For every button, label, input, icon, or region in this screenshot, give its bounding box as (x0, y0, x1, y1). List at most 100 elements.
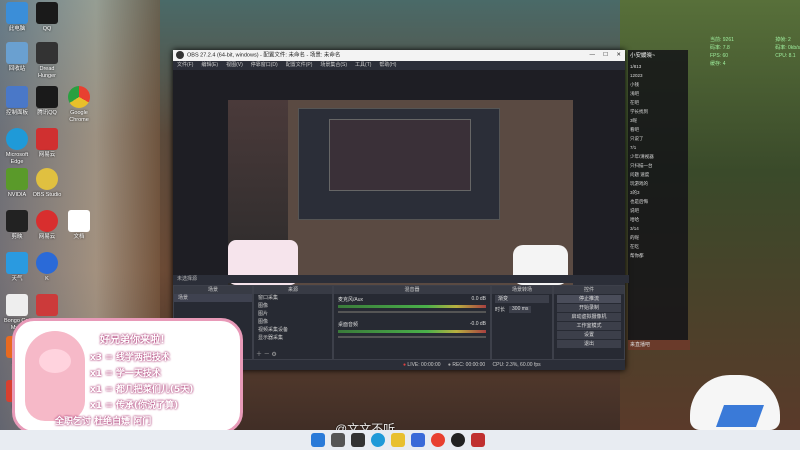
mixer-channel: 桌面音频 -0.0 dB (334, 319, 490, 340)
desktop-icon[interactable]: 天气 (0, 252, 34, 283)
menu-docks[interactable]: 停靠窗口(D) (251, 62, 278, 68)
chat-message: 3的3 (630, 190, 640, 195)
source-item[interactable]: 视频采集设备 (254, 326, 332, 334)
live-time: LIVE: 00:00:00 (407, 362, 441, 368)
keyboard-icon (715, 405, 765, 427)
desktop-icon[interactable]: QQ (30, 2, 64, 33)
menu-tools[interactable]: 工具(T) (355, 62, 371, 68)
close-icon[interactable]: ✕ (616, 50, 621, 61)
volume-meter (338, 305, 486, 308)
menu-help[interactable]: 帮助(H) (379, 62, 396, 68)
scene-item[interactable]: 场景 (174, 294, 252, 302)
stat-line: FPS: 60 (710, 53, 729, 59)
desktop-icon[interactable]: K (30, 252, 64, 283)
minimize-icon[interactable]: — (590, 50, 596, 61)
exit-button[interactable]: 退出 (557, 340, 621, 348)
chrome-icon (68, 86, 90, 108)
task-view-icon[interactable] (351, 433, 365, 447)
preview-canvas[interactable] (228, 100, 573, 290)
desktop-icon[interactable]: 控制面板 (0, 86, 34, 117)
chat-message: 只说了 (630, 136, 644, 141)
mixer-dock-title: 混音器 (334, 286, 490, 294)
stat-line: 码率: 7.8 (710, 45, 730, 51)
desktop-icon[interactable]: Google Chrome (62, 86, 96, 124)
start-virtual-camera-button[interactable]: 启动虚拟摄像机 (557, 313, 621, 321)
menu-scene-collection[interactable]: 场景集合(S) (320, 62, 347, 68)
transitions-dock-title: 场景转场 (492, 286, 552, 294)
cpu-status: CPU: 2.3%, 60.00 fps (492, 362, 541, 368)
studio-mode-button[interactable]: 工作室模式 (557, 322, 621, 330)
desktop-icon[interactable]: 回收站 (0, 42, 34, 73)
nested-obs-preview-inner (329, 119, 471, 191)
gear-icon[interactable]: ⚙ (271, 352, 276, 358)
menu-edit[interactable]: 编辑(E) (201, 62, 218, 68)
source-item[interactable]: 显示器采集 (254, 334, 332, 342)
obs-preview[interactable] (173, 70, 625, 290)
menu-view[interactable]: 视图(V) (226, 62, 243, 68)
recycle-bin-icon (6, 42, 28, 64)
stat-line: 当前: 9261 (710, 37, 734, 43)
mixer-channel: 麦克风/Aux 0.0 dB (334, 294, 490, 315)
desktop-icon[interactable]: 剪映 (0, 210, 34, 241)
start-menu-icon[interactable] (311, 433, 325, 447)
source-item[interactable]: 图片 (254, 310, 332, 318)
stat-line: 掉帧: 2 (775, 37, 791, 43)
chat-message: 12023 (630, 73, 643, 78)
settings-button[interactable]: 设置 (557, 331, 621, 339)
desktop-icon[interactable]: 腾讯QQ (30, 86, 64, 117)
controls-dock: 控件 停止推流 开始录制 启动虚拟摄像机 工作室模式 设置 退出 (553, 285, 625, 360)
desktop-icon[interactable]: OBS Studio (30, 168, 64, 199)
duration-input[interactable]: 300 ms (509, 306, 532, 313)
volume-slider[interactable] (338, 311, 486, 313)
sticker-tier: x3 = 线学两把技术 (90, 353, 170, 363)
donation-sticker: 好兄弟你来啦！ x3 = 线学两把技术 x1 = 学一天技术 x1 = 都几把菜… (12, 318, 243, 434)
menu-profile[interactable]: 配置文件(P) (286, 62, 313, 68)
start-recording-button[interactable]: 开始录制 (557, 304, 621, 312)
source-item[interactable]: 图像 (254, 302, 332, 310)
store-icon[interactable] (411, 433, 425, 447)
sticker-tier: x1 = 传承(你说了算) (90, 401, 179, 411)
desktop-icon[interactable]: NVIDIA (0, 168, 34, 199)
menu-file[interactable]: 文件(F) (177, 62, 193, 68)
chat-message: 少年/清视器 (630, 154, 654, 159)
desktop-icon[interactable]: 文档 (62, 210, 96, 241)
control-panel-icon (6, 86, 28, 108)
chat-message: 帮你都 (630, 253, 644, 258)
sources-dock: 来源 窗口采集 图像 图片 图像 视频采集设备 显示器采集 ＋ － ⚙ (253, 285, 333, 360)
file-explorer-icon[interactable] (391, 433, 405, 447)
bongo-cat-icon (6, 294, 28, 316)
live-status: ● LIVE: 00:00:00 (403, 362, 441, 368)
remove-icon[interactable]: － (264, 352, 270, 358)
desktop-icon[interactable]: 网易云 (30, 128, 64, 159)
desktop-icon-label: Dread Hunger (37, 66, 57, 79)
desktop-icon[interactable]: Dread Hunger (30, 42, 64, 80)
transition-select[interactable]: 渐变 (495, 295, 549, 303)
sticker-greeting: 好兄弟你来啦！ (100, 335, 170, 346)
chat-message: 浅吧 (630, 91, 639, 96)
netease-music-icon[interactable] (471, 433, 485, 447)
stream-stats: 当前: 9261 码率: 7.8 FPS: 60 缓存: 4 掉帧: 2 码率:… (710, 36, 800, 68)
desktop-icon[interactable]: 此电脑 (0, 2, 34, 33)
chrome-icon[interactable] (431, 433, 445, 447)
search-icon[interactable] (331, 433, 345, 447)
volume-meter (338, 330, 486, 333)
game-icon (36, 168, 58, 190)
rec-dot-icon: ● (447, 362, 451, 368)
sticker-tier: x1 = 都几把菜们儿(5天) (90, 385, 194, 395)
obs-icon[interactable] (451, 433, 465, 447)
source-item[interactable]: 窗口采集 (254, 294, 332, 302)
chat-message: 玩游戏的 (630, 181, 648, 186)
add-icon[interactable]: ＋ (256, 352, 262, 358)
desktop-icon[interactable]: 网易云 (30, 210, 64, 241)
maximize-icon[interactable]: ☐ (603, 50, 608, 61)
live-dot-icon: ● (403, 362, 407, 368)
desktop-icon[interactable] (30, 294, 64, 318)
chat-messages: 1/813 12023 小钱 浅吧 在吧 学长找到 3呢 看吧 只说了 7/1 少年/清视器 只扫描一… (628, 62, 688, 260)
edge-icon[interactable] (371, 433, 385, 447)
stat-line: 码率: 0kb/s (775, 45, 800, 51)
volume-slider[interactable] (338, 336, 486, 338)
desktop-icon-label: 控制面板 (5, 110, 28, 116)
source-item[interactable]: 图像 (254, 318, 332, 326)
stop-streaming-button[interactable]: 停止推流 (557, 295, 621, 303)
desktop-icon[interactable]: Microsoft Edge (0, 128, 34, 166)
